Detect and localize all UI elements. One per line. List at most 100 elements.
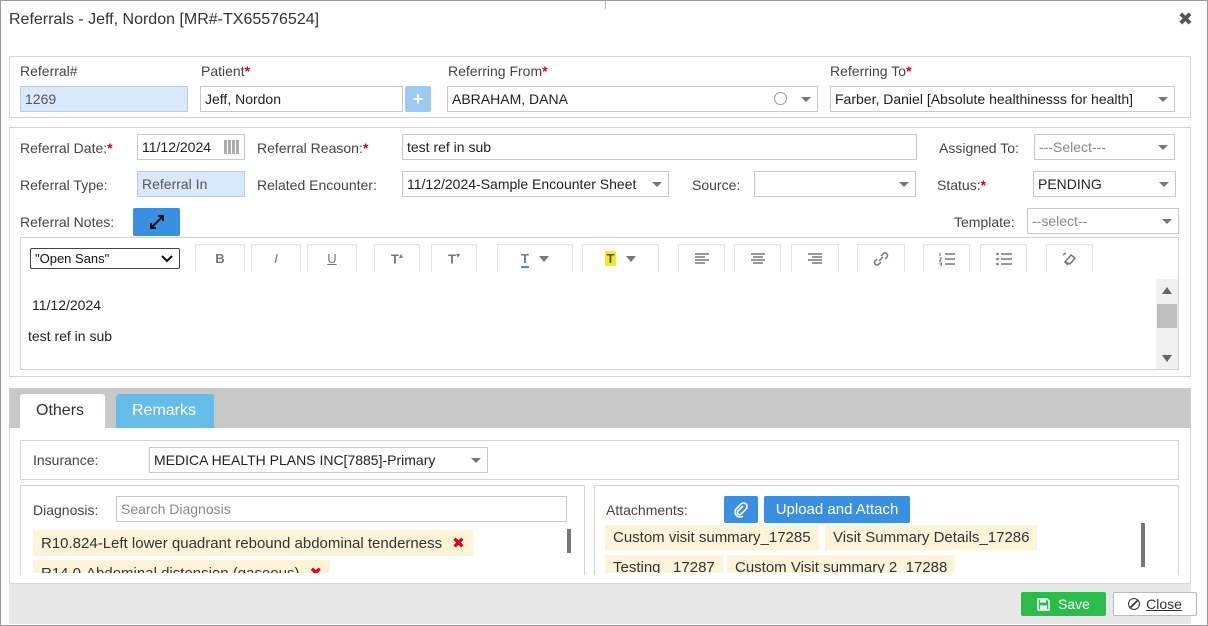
diagnosis-search-input[interactable]: Search Diagnosis	[116, 496, 567, 522]
referring-from-value: ABRAHAM, DANA	[452, 91, 568, 107]
referral-reason-label: Referral Reason:*	[257, 140, 369, 156]
template-select[interactable]: --select--	[1027, 208, 1179, 234]
referral-number-field: 1269	[20, 86, 188, 112]
paperclip-icon	[734, 501, 748, 518]
assigned-to-select[interactable]: ---Select---	[1034, 134, 1175, 160]
cancel-circle-icon	[1128, 598, 1141, 610]
close-button[interactable]: Close	[1113, 592, 1197, 616]
clear-format-button[interactable]	[1046, 244, 1093, 272]
floppy-disk-icon	[1037, 597, 1050, 611]
font-family-value: "Open Sans"	[35, 251, 110, 266]
assigned-to-value: ---Select---	[1039, 139, 1106, 155]
highlight-color-button[interactable]: T	[582, 244, 659, 272]
ordered-list-button[interactable]	[923, 244, 970, 272]
referral-type-field: Referral In	[137, 171, 245, 197]
referral-dialog: Referrals - Jeff, Nordon [MR#-TX65576524…	[0, 0, 1208, 626]
attachment-chip[interactable]: Visit Summary Details_17286	[825, 525, 1038, 550]
referral-notes-label: Referral Notes:	[20, 214, 115, 230]
chevron-down-icon[interactable]	[899, 182, 909, 187]
tab-remarks[interactable]: Remarks	[116, 394, 214, 428]
align-right-icon	[808, 252, 822, 264]
diagnosis-list: R10.824-Left lower quadrant rebound abdo…	[21, 526, 571, 573]
bold-button[interactable]: B	[195, 244, 245, 272]
attachments-scroll-thumb[interactable]	[1141, 523, 1145, 567]
top-marker	[605, 1, 606, 9]
align-right-button[interactable]	[791, 244, 839, 272]
align-center-icon	[750, 252, 765, 264]
insurance-select[interactable]: MEDICA HEALTH PLANS INC[7885]-Primary	[149, 447, 488, 473]
unordered-list-button[interactable]	[980, 244, 1027, 272]
insurance-value: MEDICA HEALTH PLANS INC[7885]-Primary	[154, 452, 436, 468]
align-left-button[interactable]	[678, 244, 725, 272]
referral-reason-field[interactable]: test ref in sub	[402, 134, 917, 160]
upload-attach-button[interactable]: Upload and Attach	[764, 496, 910, 523]
italic-button[interactable]: I	[251, 244, 301, 272]
chevron-down-icon[interactable]	[1159, 182, 1169, 187]
referral-date-field[interactable]: 11/12/2024	[137, 134, 245, 160]
plus-icon: +	[412, 88, 424, 109]
expand-icon	[149, 215, 164, 229]
referring-to-select[interactable]: Farber, Daniel [Absolute healthinesss fo…	[830, 86, 1175, 112]
chevron-down-icon[interactable]	[652, 182, 662, 187]
attachment-chip[interactable]: Testing _17287	[605, 555, 723, 573]
referring-to-label: Referring To*	[830, 63, 912, 79]
diagnosis-text: R14.0-Abdominal distension (gaseous)	[41, 565, 299, 573]
chevron-down-icon[interactable]	[1158, 97, 1168, 102]
diagnosis-label: Diagnosis:	[33, 502, 99, 518]
add-patient-button[interactable]: +	[405, 86, 431, 112]
bold-icon: B	[215, 251, 225, 266]
align-center-button[interactable]	[734, 244, 781, 272]
chevron-down-icon	[161, 255, 173, 263]
chevron-down-icon[interactable]	[801, 97, 811, 102]
remove-icon[interactable]: ✖	[452, 535, 465, 552]
chevron-down-icon[interactable]	[1158, 145, 1168, 150]
referring-from-select[interactable]: ABRAHAM, DANA	[447, 86, 818, 112]
italic-icon: I	[274, 251, 278, 266]
tab-others[interactable]: Others	[20, 394, 105, 428]
superscript-icon: T▴	[391, 250, 403, 267]
referring-from-label: Referring From*	[448, 63, 548, 79]
related-encounter-select[interactable]: 11/12/2024-Sample Encounter Sheet	[402, 171, 669, 197]
editor-line-text: test ref in sub	[28, 328, 113, 344]
attach-paperclip-button[interactable]	[724, 496, 758, 523]
save-button[interactable]: Save	[1021, 592, 1106, 616]
patient-label: Patient*	[201, 63, 251, 79]
attachment-chip[interactable]: Custom Visit summary 2_17288	[727, 555, 956, 573]
status-value: PENDING	[1038, 176, 1102, 192]
calendar-icon[interactable]	[224, 140, 240, 154]
link-button[interactable]	[857, 244, 905, 272]
chevron-down-icon[interactable]	[1162, 219, 1172, 224]
underline-icon: U	[327, 251, 337, 266]
close-icon[interactable]: ✖	[1178, 9, 1193, 30]
related-encounter-label: Related Encounter:	[257, 177, 377, 193]
editor-scrollbar[interactable]	[1156, 279, 1178, 369]
clear-circle-icon[interactable]	[774, 92, 787, 105]
diagnosis-scroll-thumb[interactable]	[567, 529, 571, 553]
referral-date-label: Referral Date:*	[20, 140, 113, 156]
expand-notes-button[interactable]	[133, 208, 180, 236]
scroll-up-icon[interactable]	[1162, 287, 1172, 294]
diagnosis-search-placeholder: Search Diagnosis	[121, 501, 231, 517]
attachment-list: Custom visit summary_17285 Visit Summary…	[595, 521, 1140, 573]
editor-line-date: 11/12/2024	[32, 297, 102, 313]
assigned-to-label: Assigned To:	[939, 140, 1019, 156]
superscript-button[interactable]: T▴	[374, 244, 420, 272]
close-label: Close	[1146, 596, 1182, 612]
chevron-down-icon[interactable]	[471, 458, 481, 463]
attachment-chip[interactable]: Custom visit summary_17285	[605, 525, 819, 550]
scroll-thumb[interactable]	[1157, 304, 1177, 328]
source-select[interactable]	[754, 171, 916, 197]
text-color-button[interactable]: T	[497, 244, 573, 272]
status-label: Status:*	[937, 177, 987, 193]
remove-icon[interactable]: ✖	[309, 565, 322, 573]
status-select[interactable]: PENDING	[1033, 171, 1176, 197]
scroll-down-icon[interactable]	[1162, 355, 1172, 362]
template-value: --select--	[1032, 213, 1088, 229]
font-family-select[interactable]: "Open Sans"	[30, 248, 180, 269]
eraser-icon	[1062, 251, 1076, 266]
underline-button[interactable]: U	[307, 244, 357, 272]
source-label: Source:	[692, 177, 741, 193]
highlight-icon: T	[604, 251, 617, 266]
patient-field[interactable]: Jeff, Nordon	[200, 86, 403, 112]
subscript-button[interactable]: T▾	[431, 244, 477, 272]
